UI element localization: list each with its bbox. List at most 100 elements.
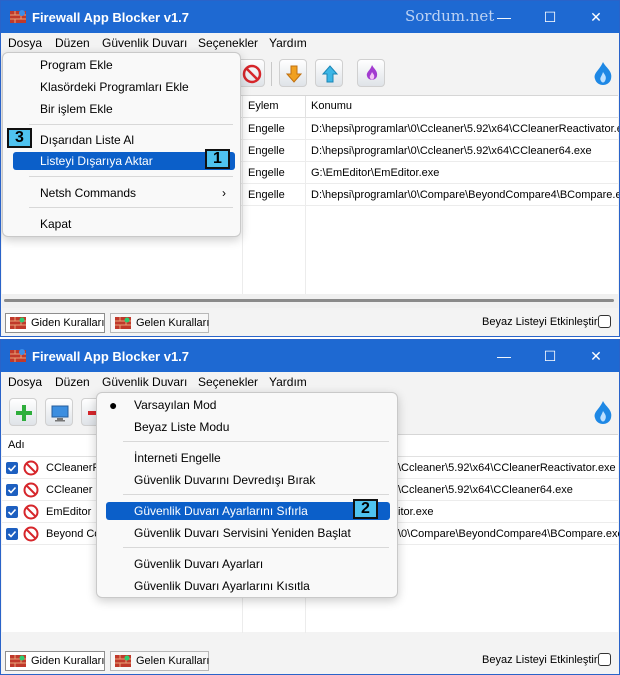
header-name[interactable]: Adı xyxy=(8,439,25,451)
menu-item-label: Güvenlik Duvarı Ayarları xyxy=(134,557,264,571)
menu-item-guvenlik-duvari-ayarlari[interactable]: Güvenlik Duvarı Ayarları xyxy=(97,554,397,574)
brick-wall-icon xyxy=(115,655,131,667)
plus-icon xyxy=(16,405,32,421)
menu-item-ayarlari-sifirla[interactable]: Güvenlik Duvarı Ayarlarını Sıfırla xyxy=(106,502,390,520)
whitelist-checkbox[interactable] xyxy=(598,315,611,328)
row-location: D:\hepsi\programlar\0\Ccleaner\5.92\x64\… xyxy=(311,123,620,135)
toolbar-move-up-button[interactable] xyxy=(315,59,343,87)
rule-checkbox[interactable] xyxy=(6,506,18,518)
menu-duzen[interactable]: Düzen xyxy=(55,36,90,50)
tab-outgoing-rules[interactable]: Giden Kuralları xyxy=(5,651,105,671)
bottom-bar: Giden Kuralları Gelen Kuralları Beyaz Li… xyxy=(1,309,619,335)
rule-checkbox[interactable] xyxy=(6,528,18,540)
menu-separator xyxy=(123,547,389,548)
menu-secenekler[interactable]: Seçenekler xyxy=(198,375,258,389)
file-menu-dropdown: Program Ekle Klasördeki Programları Ekle… xyxy=(2,52,241,237)
whitelist-checkbox[interactable] xyxy=(598,653,611,666)
block-icon xyxy=(23,482,39,498)
app-window-file-menu: Firewall App Blocker v1.7 Sordum.net — ☐… xyxy=(0,0,620,337)
window-title: Firewall App Blocker v1.7 xyxy=(32,349,190,364)
menu-separator xyxy=(29,176,233,177)
block-icon xyxy=(242,64,262,84)
menu-item-bir-islem-ekle[interactable]: Bir işlem Ekle xyxy=(3,99,240,119)
menu-guvenlik-duvari[interactable]: Güvenlik Duvarı xyxy=(102,36,187,50)
row-action: Engelle xyxy=(248,145,285,157)
rule-checkbox[interactable] xyxy=(6,484,18,496)
menu-bar: Dosya Düzen Güvenlik Duvarı Seçenekler Y… xyxy=(1,33,619,52)
menu-secenekler[interactable]: Seçenekler xyxy=(198,36,258,50)
menu-item-beyaz-liste-modu[interactable]: Beyaz Liste Modu xyxy=(97,417,397,437)
brick-wall-icon xyxy=(115,317,131,329)
whitelist-label: Beyaz Listeyi Etkinleştir xyxy=(482,654,598,666)
block-icon xyxy=(23,460,39,476)
menu-dosya[interactable]: Dosya xyxy=(8,375,42,389)
row-location: D:\hepsi\programlar\0\Ccleaner\5.92\x64\… xyxy=(311,145,592,157)
title-bar[interactable]: Firewall App Blocker v1.7 Sordum.net — ☐… xyxy=(1,1,619,33)
close-button[interactable]: ✕ xyxy=(573,1,619,33)
menu-separator xyxy=(29,207,233,208)
tab-outgoing-rules[interactable]: Giden Kuralları xyxy=(5,313,105,333)
bottom-bar: Giden Kuralları Gelen Kuralları Beyaz Li… xyxy=(1,647,619,673)
whitelist-label: Beyaz Listeyi Etkinleştir xyxy=(482,316,598,328)
check-icon xyxy=(7,508,17,516)
tab-incoming-rules[interactable]: Gelen Kuralları xyxy=(110,651,209,671)
menu-dosya[interactable]: Dosya xyxy=(8,36,42,50)
close-button[interactable]: ✕ xyxy=(573,340,619,372)
menu-item-kapat[interactable]: Kapat xyxy=(3,214,240,234)
check-icon xyxy=(7,530,17,538)
menu-item-servisi-yeniden-baslat[interactable]: Güvenlik Duvarı Servisini Yeniden Başlat xyxy=(97,523,397,543)
block-icon xyxy=(23,526,39,542)
row-action: Engelle xyxy=(248,123,285,135)
menu-item-label: Klasördeki Programları Ekle xyxy=(40,80,189,94)
tab-incoming-rules[interactable]: Gelen Kuralları xyxy=(110,313,209,333)
menu-item-disaridan-liste-al[interactable]: Dışarıdan Liste Al xyxy=(3,130,240,150)
menu-item-listeyi-disariya-aktar[interactable]: Listeyi Dışarıya Aktar xyxy=(13,152,235,170)
toolbar-block-button[interactable] xyxy=(237,59,265,87)
minimize-button[interactable]: — xyxy=(481,1,527,33)
maximize-button[interactable]: ☐ xyxy=(527,1,573,33)
menu-item-program-ekle[interactable]: Program Ekle xyxy=(3,55,240,75)
menu-separator xyxy=(29,124,233,125)
rule-checkbox[interactable] xyxy=(6,462,18,474)
app-icon xyxy=(10,10,26,23)
menu-item-klasordeki-programlari-ekle[interactable]: Klasördeki Programları Ekle xyxy=(3,77,240,97)
header-action[interactable]: Eylem xyxy=(248,100,279,112)
toolbar-firewall-button[interactable] xyxy=(357,59,385,87)
menu-yardim[interactable]: Yardım xyxy=(269,375,307,389)
menu-duzen[interactable]: Düzen xyxy=(55,375,90,389)
horizontal-scrollbar[interactable] xyxy=(2,294,618,308)
menu-item-interneti-engelle[interactable]: İnterneti Engelle xyxy=(97,448,397,468)
menu-guvenlik-duvari[interactable]: Güvenlik Duvarı xyxy=(102,375,187,389)
maximize-button[interactable]: ☐ xyxy=(527,340,573,372)
check-icon xyxy=(7,486,17,494)
menu-item-label: Listeyi Dışarıya Aktar xyxy=(40,154,153,168)
toolbar-add-button[interactable] xyxy=(9,398,37,426)
arrow-up-icon xyxy=(321,65,339,83)
toolbar-computer-button[interactable] xyxy=(45,398,73,426)
menu-item-label: İnterneti Engelle xyxy=(134,451,221,465)
toolbar-separator xyxy=(271,62,272,86)
window-title: Firewall App Blocker v1.7 xyxy=(32,10,190,25)
menu-yardim[interactable]: Yardım xyxy=(269,36,307,50)
menu-item-ayarlari-kisitla[interactable]: Güvenlik Duvarı Ayarlarını Kısıtla xyxy=(97,576,397,596)
header-location[interactable]: Konumu xyxy=(311,100,352,112)
submenu-arrow-icon: › xyxy=(222,186,226,200)
menu-separator xyxy=(123,441,389,442)
blue-flame-logo-icon xyxy=(594,401,612,424)
step-badge-2: 2 xyxy=(353,499,378,519)
row-location: \Ccleaner\5.92\x64\CCleaner64.exe xyxy=(398,484,573,496)
header-separator xyxy=(305,96,306,118)
title-bar[interactable]: Firewall App Blocker v1.7 — ☐ ✕ xyxy=(1,340,619,372)
row-location: \Ccleaner\5.92\x64\CCleanerReactivator.e… xyxy=(398,462,616,474)
row-action: Engelle xyxy=(248,167,285,179)
menu-item-devredisi-birak[interactable]: Güvenlik Duvarını Devredışı Bırak xyxy=(97,470,397,490)
toolbar-move-down-button[interactable] xyxy=(279,59,307,87)
menu-item-netsh-commands[interactable]: Netsh Commands › xyxy=(3,183,240,203)
minimize-button[interactable]: — xyxy=(481,340,527,372)
selected-bullet-icon: ● xyxy=(109,397,118,413)
firewall-menu-dropdown: ● Varsayılan Mod Beyaz Liste Modu İnterne… xyxy=(96,392,398,598)
row-location: \0\Compare\BeyondCompare4\BCompare.exe xyxy=(398,528,620,540)
scrollbar-thumb[interactable] xyxy=(4,299,614,302)
menu-item-varsayilan-mod[interactable]: ● Varsayılan Mod xyxy=(97,395,397,415)
menu-item-label: Beyaz Liste Modu xyxy=(134,420,230,434)
